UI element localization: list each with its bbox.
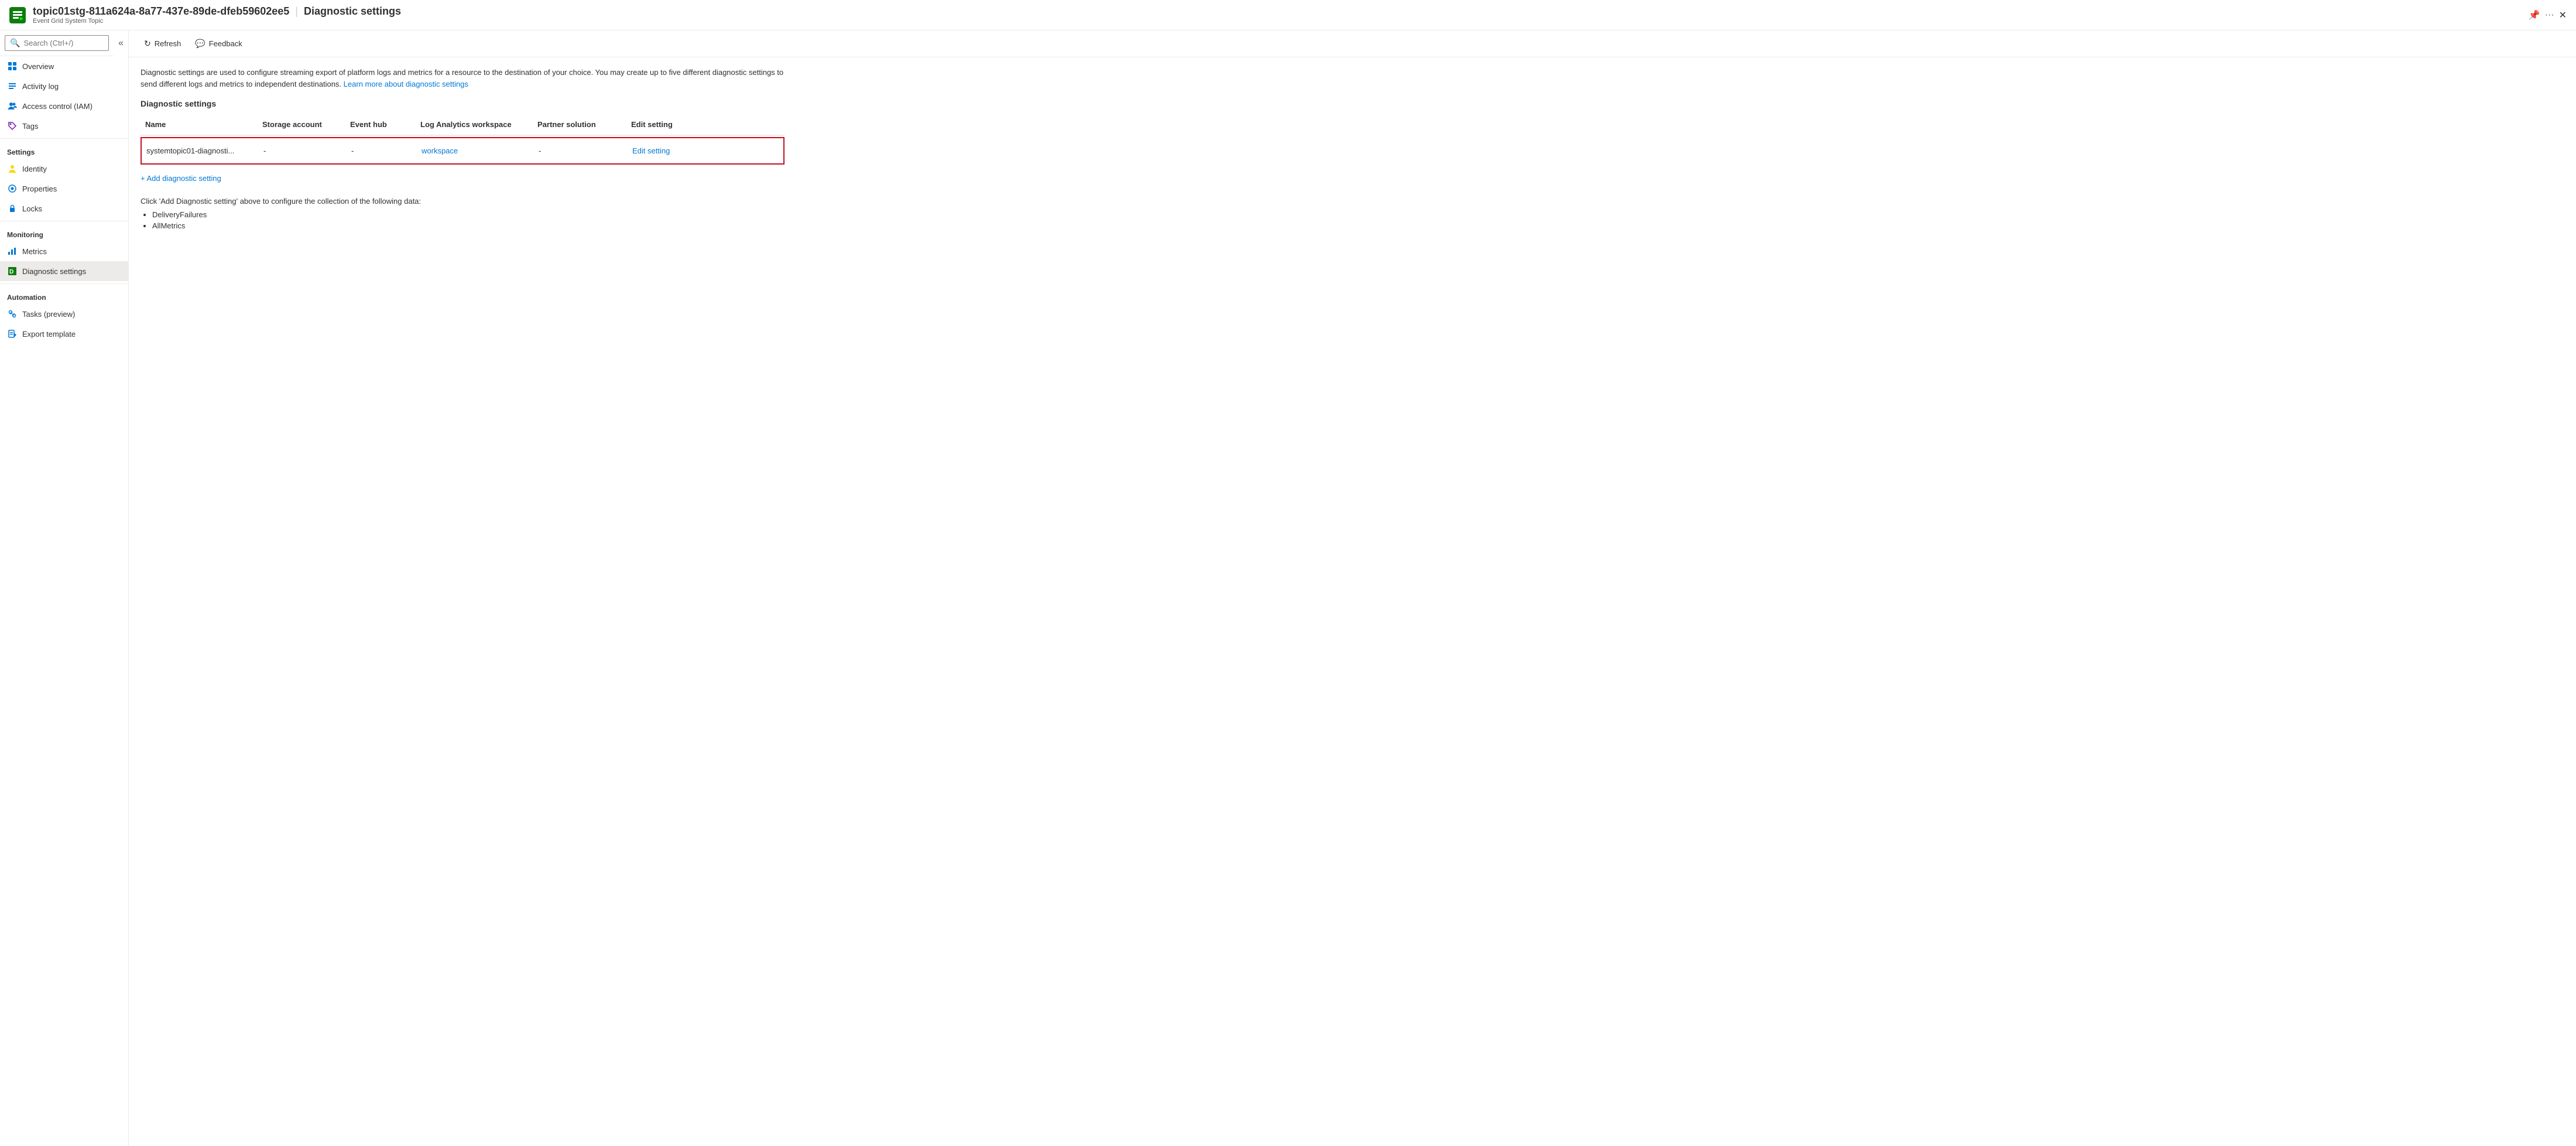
learn-more-link[interactable]: Learn more about diagnostic settings — [344, 80, 468, 88]
svg-text:D: D — [9, 269, 13, 275]
description-text: Diagnostic settings are used to configur… — [141, 67, 785, 90]
more-icon[interactable]: ··· — [2545, 10, 2554, 20]
main-layout: 🔍 « Overview Activity log — [0, 30, 2576, 1146]
header-title-area: topic01stg-811a624a-8a77-437e-89de-dfeb5… — [33, 5, 2529, 25]
sidebar: 🔍 « Overview Activity log — [0, 30, 129, 1146]
col-header-partner: Partner solution — [533, 118, 626, 131]
workspace-link[interactable]: workspace — [422, 146, 458, 155]
tasks-icon — [7, 309, 18, 319]
metrics-label: Metrics — [22, 247, 47, 256]
cell-storage: - — [259, 143, 347, 159]
sidebar-item-metrics[interactable]: Metrics — [0, 241, 128, 261]
identity-label: Identity — [22, 165, 47, 173]
divider-settings — [0, 138, 128, 139]
col-header-eventhub: Event hub — [345, 118, 416, 131]
feedback-button[interactable]: 💬 Feedback — [189, 35, 248, 52]
feedback-label: Feedback — [209, 39, 242, 48]
sidebar-item-tasks[interactable]: Tasks (preview) — [0, 304, 128, 324]
app-container: topic01stg-811a624a-8a77-437e-89de-dfeb5… — [0, 0, 2576, 1146]
header: topic01stg-811a624a-8a77-437e-89de-dfeb5… — [0, 0, 2576, 30]
monitoring-section-header: Monitoring — [0, 224, 128, 241]
sidebar-item-iam[interactable]: Access control (IAM) — [0, 96, 128, 116]
col-header-name: Name — [141, 118, 258, 131]
sidebar-item-overview[interactable]: Overview — [0, 56, 128, 76]
resource-icon-svg — [12, 9, 23, 21]
search-icon: 🔍 — [10, 38, 20, 48]
cell-partner: - — [534, 143, 628, 159]
sidebar-item-activity-log[interactable]: Activity log — [0, 76, 128, 96]
collapse-icon[interactable]: « — [114, 33, 128, 53]
refresh-icon: ↻ — [144, 39, 151, 49]
tags-icon — [7, 121, 18, 131]
properties-icon — [7, 183, 18, 194]
identity-icon — [7, 163, 18, 174]
search-box[interactable]: 🔍 — [5, 35, 109, 51]
export-icon — [7, 329, 18, 339]
diagnostic-settings-table: Name Storage account Event hub Log Analy… — [141, 114, 785, 165]
sidebar-item-properties[interactable]: Properties — [0, 179, 128, 199]
properties-label: Properties — [22, 184, 57, 193]
diagnostic-icon: D — [7, 266, 18, 276]
sidebar-item-diagnostic-settings[interactable]: D Diagnostic settings — [0, 261, 128, 281]
list-item-delivery-failures: DeliveryFailures — [152, 210, 2564, 219]
locks-label: Locks — [22, 204, 42, 213]
list-item-all-metrics: AllMetrics — [152, 221, 2564, 230]
header-title: topic01stg-811a624a-8a77-437e-89de-dfeb5… — [33, 5, 2529, 18]
col-header-storage: Storage account — [258, 118, 345, 131]
tasks-label: Tasks (preview) — [22, 310, 75, 319]
search-area: 🔍 — [0, 30, 114, 56]
cell-edit: Edit setting — [628, 143, 704, 159]
toolbar: ↻ Refresh 💬 Feedback — [129, 30, 2576, 57]
automation-section-header: Automation — [0, 286, 128, 304]
sidebar-item-identity[interactable]: Identity — [0, 159, 128, 179]
add-diagnostic-setting-link[interactable]: + Add diagnostic setting — [141, 172, 221, 185]
search-input[interactable] — [23, 39, 104, 47]
content-body: Diagnostic settings are used to configur… — [129, 57, 2576, 242]
resource-icon — [9, 7, 26, 23]
data-types-list: DeliveryFailures AllMetrics — [152, 210, 2564, 230]
activity-log-label: Activity log — [22, 82, 59, 91]
title-separator: | — [295, 5, 298, 18]
info-text: Click 'Add Diagnostic setting' above to … — [141, 197, 2564, 206]
settings-section-header: Settings — [0, 141, 128, 159]
iam-icon — [7, 101, 18, 111]
tags-label: Tags — [22, 122, 38, 131]
resource-name: topic01stg-811a624a-8a77-437e-89de-dfeb5… — [33, 5, 289, 18]
cell-name: systemtopic01-diagnosti... — [142, 143, 259, 159]
feedback-icon: 💬 — [195, 39, 205, 49]
content-area: ↻ Refresh 💬 Feedback Diagnostic settings… — [129, 30, 2576, 1146]
diagnostic-settings-label: Diagnostic settings — [22, 267, 86, 276]
divider-automation — [0, 283, 128, 284]
overview-icon — [7, 61, 18, 71]
sidebar-item-tags[interactable]: Tags — [0, 116, 128, 136]
table-header-row: Name Storage account Event hub Log Analy… — [141, 114, 785, 136]
header-subtitle: Event Grid System Topic — [33, 18, 2529, 25]
overview-label: Overview — [22, 62, 54, 71]
iam-label: Access control (IAM) — [22, 102, 93, 111]
export-label: Export template — [22, 330, 76, 338]
refresh-label: Refresh — [155, 39, 181, 48]
col-header-workspace: Log Analytics workspace — [416, 118, 533, 131]
cell-eventhub: - — [347, 143, 417, 159]
col-header-edit: Edit setting — [626, 118, 703, 131]
table-row: systemtopic01-diagnosti... - - workspace… — [141, 137, 785, 165]
search-header: 🔍 « — [0, 30, 128, 56]
locks-icon — [7, 203, 18, 214]
sidebar-item-export-template[interactable]: Export template — [0, 324, 128, 344]
close-icon[interactable]: ✕ — [2559, 9, 2567, 21]
refresh-button[interactable]: ↻ Refresh — [138, 35, 187, 52]
cell-workspace: workspace — [417, 143, 534, 159]
edit-setting-link[interactable]: Edit setting — [632, 146, 670, 155]
diagnostic-settings-section-title: Diagnostic settings — [141, 99, 2564, 108]
metrics-icon — [7, 246, 18, 256]
sidebar-item-locks[interactable]: Locks — [0, 199, 128, 218]
page-title: Diagnostic settings — [304, 5, 401, 18]
pin-icon[interactable]: 📌 — [2529, 9, 2540, 21]
header-actions: 📌 ··· ✕ — [2529, 9, 2567, 21]
activity-log-icon — [7, 81, 18, 91]
